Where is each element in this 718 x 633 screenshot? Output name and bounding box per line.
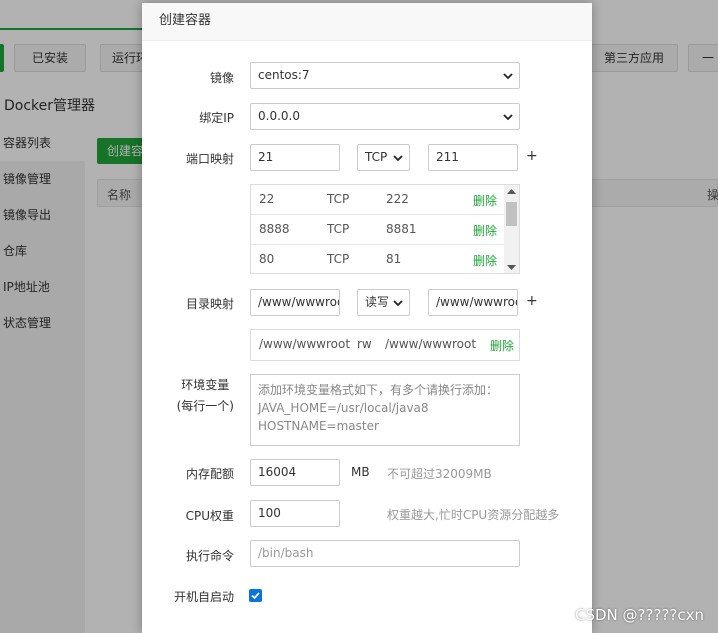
env-line: HOSTNAME=master	[258, 419, 379, 433]
delete-button[interactable]: 删除	[473, 192, 497, 209]
port-protocol-select[interactable]: TCP	[357, 144, 410, 171]
memory-hint: 不可超过32009MB	[387, 467, 492, 481]
row-protocol: TCP	[327, 222, 350, 236]
bind-ip-select-value: 0.0.0.0	[258, 109, 300, 123]
delete-button[interactable]: 删除	[473, 252, 497, 269]
image-select[interactable]: centos:7	[250, 62, 520, 89]
cpu-input[interactable]: 100	[250, 500, 340, 527]
delete-button[interactable]: 删除	[490, 337, 514, 354]
env-label-sub: (每行一个)	[176, 399, 234, 413]
scroll-down-icon[interactable]	[507, 264, 516, 271]
chevron-down-icon	[393, 300, 403, 307]
env-line: 添加环境变量格式如下，有多个请换行添加：	[258, 383, 499, 397]
row-protocol: TCP	[327, 192, 350, 206]
dir-mode-value: 读写	[365, 295, 390, 309]
autostart-label: 开机自启动	[173, 590, 234, 604]
create-container-dialog: 创建容器 镜像 centos:7 绑定IP 0.0.0.0 端口映射 21 TC…	[142, 3, 592, 633]
dir-mapping-list: /www/wwwroot rw /www/wwwroot 删除	[250, 329, 520, 361]
watermark: CSDN @?????cxn	[575, 606, 704, 624]
row-container: 81	[386, 252, 402, 266]
row-container: /www/wwwroot	[385, 337, 477, 351]
env-textarea[interactable]: 添加环境变量格式如下，有多个请换行添加： JAVA_HOME=/usr/loca…	[250, 374, 520, 446]
env-line: JAVA_HOME=/usr/local/java8	[258, 401, 429, 415]
chevron-down-icon	[503, 114, 513, 121]
memory-label: 内存配额	[185, 467, 234, 481]
command-label: 执行命令	[185, 549, 234, 563]
bind-ip-select[interactable]: 0.0.0.0	[250, 103, 520, 130]
delete-button[interactable]: 删除	[473, 222, 497, 239]
row-container: 8881	[386, 222, 417, 236]
list-item: 80 TCP 81 删除	[251, 245, 506, 273]
cpu-hint: 权重越大,忙时CPU资源分配越多	[387, 508, 560, 522]
list-item: 22 TCP 222 删除	[251, 185, 506, 215]
list-scrollbar[interactable]	[504, 185, 519, 273]
scroll-up-icon[interactable]	[507, 188, 516, 195]
image-select-value: centos:7	[258, 68, 310, 82]
port-mapping-label: 端口映射	[185, 152, 234, 166]
env-label: 环境变量 (每行一个)	[177, 376, 234, 414]
dir-host-input[interactable]: /www/wwwroot	[250, 289, 340, 316]
row-host: 8888	[259, 222, 290, 236]
port-protocol-value: TCP	[365, 150, 388, 164]
row-mode: rw	[357, 337, 372, 351]
list-item: /www/wwwroot rw /www/wwwroot 删除	[251, 330, 519, 360]
row-container: 222	[386, 192, 409, 206]
row-host: 22	[259, 192, 275, 206]
add-dir-button[interactable]: +	[526, 293, 538, 309]
chevron-down-icon	[503, 73, 513, 80]
row-protocol: TCP	[327, 252, 350, 266]
env-label-title: 环境变量	[181, 378, 230, 392]
dialog-title: 创建容器	[142, 3, 592, 41]
add-port-button[interactable]: +	[526, 148, 538, 164]
dir-mode-select[interactable]: 读写	[357, 289, 410, 316]
bind-ip-label: 绑定IP	[199, 111, 234, 125]
port-mapping-list: 22 TCP 222 删除 8888 TCP 8881 删除 80 TCP 81…	[250, 184, 520, 274]
port-container-input[interactable]: 211	[428, 144, 518, 171]
image-label: 镜像	[209, 71, 234, 85]
row-host: /www/wwwroot	[259, 337, 351, 351]
cpu-label: CPU权重	[185, 509, 234, 523]
scrollbar-thumb[interactable]	[506, 202, 517, 226]
row-host: 80	[259, 252, 275, 266]
dir-mapping-label: 目录映射	[185, 297, 234, 311]
list-item: 8888 TCP 8881 删除	[251, 215, 506, 245]
port-host-input[interactable]: 21	[250, 144, 340, 171]
memory-unit: MB	[351, 465, 370, 479]
dir-container-input[interactable]: /www/wwwroot	[428, 289, 518, 316]
autostart-checkbox[interactable]	[249, 589, 262, 602]
check-icon	[251, 592, 260, 600]
chevron-down-icon	[393, 155, 403, 162]
memory-input[interactable]: 16004	[250, 459, 340, 486]
command-input[interactable]: /bin/bash	[250, 540, 520, 567]
